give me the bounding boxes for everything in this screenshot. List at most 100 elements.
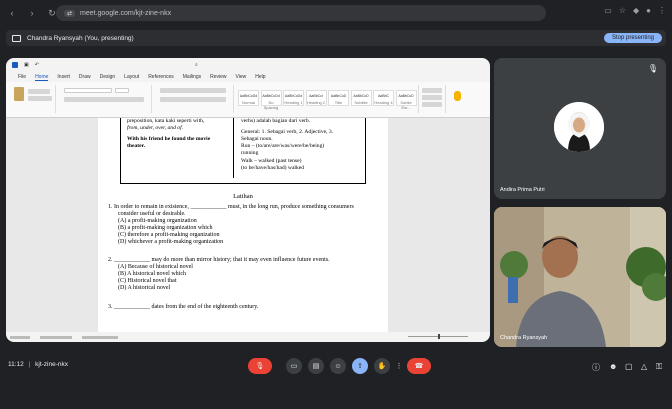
search-icon[interactable]: ⌕ [195, 62, 198, 68]
back-icon[interactable]: ‹ [6, 8, 18, 18]
raise-hand-button[interactable]: ✋ [374, 358, 390, 374]
style-name: Heading 2 [306, 100, 326, 105]
table-right-7: (to be/have/has/had) walked [241, 165, 305, 171]
more-options-icon: ⋮ [395, 363, 403, 370]
meeting-time: 11:12 [8, 361, 24, 368]
save-icon[interactable]: ▣ [24, 62, 29, 68]
document-line: 3. ____________ dates from the end of th… [108, 304, 259, 310]
document-page[interactable]: preposition, kata kaki seperti with, fro… [98, 118, 388, 332]
menu-tab-help[interactable]: Help [255, 74, 265, 80]
menu-icon[interactable]: ⋮ [658, 6, 666, 15]
menu-tab-references[interactable]: References [148, 74, 174, 80]
cast-icon[interactable]: ▭ [604, 6, 612, 15]
undo-icon[interactable]: ↶ [35, 62, 39, 68]
table-right-5: running [241, 150, 259, 156]
style-sample: AaBbCcD [353, 94, 369, 98]
forward-icon[interactable]: › [26, 8, 38, 18]
address-bar[interactable]: ⇄ meet.google.com/kjt-zine-nkx [56, 5, 546, 21]
table-right-6: Walk – walked (past tense) [241, 158, 302, 164]
table-left-4: theater. [127, 143, 145, 149]
word-menu-bar: File Home Insert Draw Design Layout References… [6, 72, 490, 82]
document-line: (B) A historical novel which [118, 271, 186, 277]
document-line: consider useful or desirable. [118, 211, 186, 217]
emoji-icon: ☺ [334, 362, 342, 370]
table-right-1: verbs) adalah bagian dari verb. [241, 118, 311, 124]
clipboard-group [10, 85, 56, 113]
dictate-icon[interactable] [454, 91, 461, 101]
menu-tab-view[interactable]: View [236, 74, 247, 80]
mic-off-icon: 🎙 [255, 363, 265, 370]
style-option[interactable]: AaBbCcDd Normal [238, 90, 259, 106]
menu-tab-mailings[interactable]: Mailings [183, 74, 201, 80]
captions-icon: ▤ [312, 363, 320, 370]
more-options-button[interactable]: ⋮ [394, 358, 404, 374]
style-name: Normal [242, 100, 255, 105]
document-area[interactable]: preposition, kata kaki seperti with, fro… [6, 118, 490, 332]
menu-tab-layout[interactable]: Layout [124, 74, 139, 80]
style-name: Heading 1 [284, 100, 303, 105]
table-left-1: preposition, kata kaki seperti with, [127, 118, 205, 124]
captions-button[interactable]: ▤ [308, 358, 324, 374]
hand-icon: ✋ [377, 363, 387, 370]
meeting-details-icon[interactable]: ⓘ [592, 362, 600, 373]
emoji-button[interactable]: ☺ [330, 358, 346, 374]
profile-icon[interactable]: ● [646, 6, 651, 15]
style-name: Heading 4 [374, 100, 393, 105]
browser-actions: ▭ ☆ ◆ ● ⋮ [604, 6, 666, 15]
camera-feed [494, 207, 666, 347]
present-button[interactable]: ⇪ [352, 358, 368, 374]
style-option[interactable]: AaBbCcD Title [328, 90, 349, 106]
presenting-banner: Chandra Ryansyah (You, presenting) Stop … [6, 30, 666, 46]
style-option[interactable]: AaBbCcDd No Spacing [260, 90, 282, 110]
style-option[interactable]: AaBbCcD Subtle Em... [395, 90, 417, 110]
word-status-bar [6, 332, 490, 342]
participant-tile[interactable]: Chandra Ryansyah [494, 207, 666, 347]
style-option[interactable]: AaBbCcI Heading 2 [305, 90, 327, 106]
style-name: Subtitle [354, 100, 368, 105]
style-sample: AaBbCcI [309, 94, 323, 98]
participant-name: Andira Prima Putri [500, 187, 545, 193]
bookmark-icon[interactable]: ☆ [619, 6, 626, 15]
menu-tab-file[interactable]: File [18, 74, 26, 80]
language-indicator[interactable] [40, 335, 72, 339]
menu-tab-review[interactable]: Review [210, 74, 226, 80]
meeting-code: kjt-zine-nkx [35, 361, 68, 368]
site-info-icon[interactable]: ⇄ [64, 9, 76, 17]
accessibility-indicator[interactable] [82, 335, 118, 339]
document-line: (A) a profit-making organization [118, 218, 197, 224]
meeting-info: 11:12 | kjt-zine-nkx [8, 361, 68, 368]
editing-group [418, 85, 446, 113]
document-table: preposition, kata kaki seperti with, fro… [120, 118, 366, 184]
page-count-indicator[interactable] [10, 335, 30, 339]
chat-icon[interactable]: ▢ [625, 362, 633, 371]
menu-tab-insert[interactable]: Insert [57, 74, 70, 80]
leave-call-button[interactable]: ☎ [407, 358, 431, 374]
extensions-icon[interactable]: ◆ [633, 6, 639, 15]
mic-toggle-button[interactable]: 🎙 [248, 358, 272, 374]
style-name: Title [334, 100, 343, 105]
style-option[interactable]: AaBbCcDd Heading 1 [283, 90, 304, 106]
phone-hangup-icon: ☎ [414, 363, 424, 370]
people-icon[interactable]: ☻ [609, 362, 617, 371]
camera-button[interactable]: ▭ [286, 358, 302, 374]
menu-tab-home[interactable]: Home [35, 74, 49, 81]
table-right-4: Run – (to/are/are/was/were/be/being) [241, 143, 325, 149]
style-sample: AaBbC [377, 94, 390, 98]
zoom-slider[interactable] [408, 334, 468, 339]
document-line: (B) a profit-making organization which [118, 225, 213, 231]
presenting-label: Chandra Ryansyah (You, presenting) [27, 34, 134, 42]
style-option[interactable]: AaBbC Heading 4 [373, 90, 394, 106]
participant-tile[interactable]: 🎙 Andira Prima Putri [494, 58, 666, 199]
stop-presenting-button[interactable]: Stop presenting [603, 33, 662, 43]
table-left-3: With his friend he found the movie [127, 136, 211, 142]
menu-tab-draw[interactable]: Draw [79, 74, 91, 80]
activities-icon[interactable]: △ [641, 362, 647, 371]
avatar [554, 102, 604, 152]
paste-icon[interactable] [14, 87, 24, 101]
style-option[interactable]: AaBbCcD Subtitle [350, 90, 372, 106]
document-line: 1. In order to remain in existence, ____… [108, 204, 354, 210]
shared-screen: ▣ ↶ ⌕ File Home Insert Draw Design Layout Refe… [6, 58, 490, 342]
dictate-group [448, 85, 468, 113]
host-controls-icon[interactable]: ⚿ [656, 362, 662, 372]
menu-tab-design[interactable]: Design [100, 74, 116, 80]
